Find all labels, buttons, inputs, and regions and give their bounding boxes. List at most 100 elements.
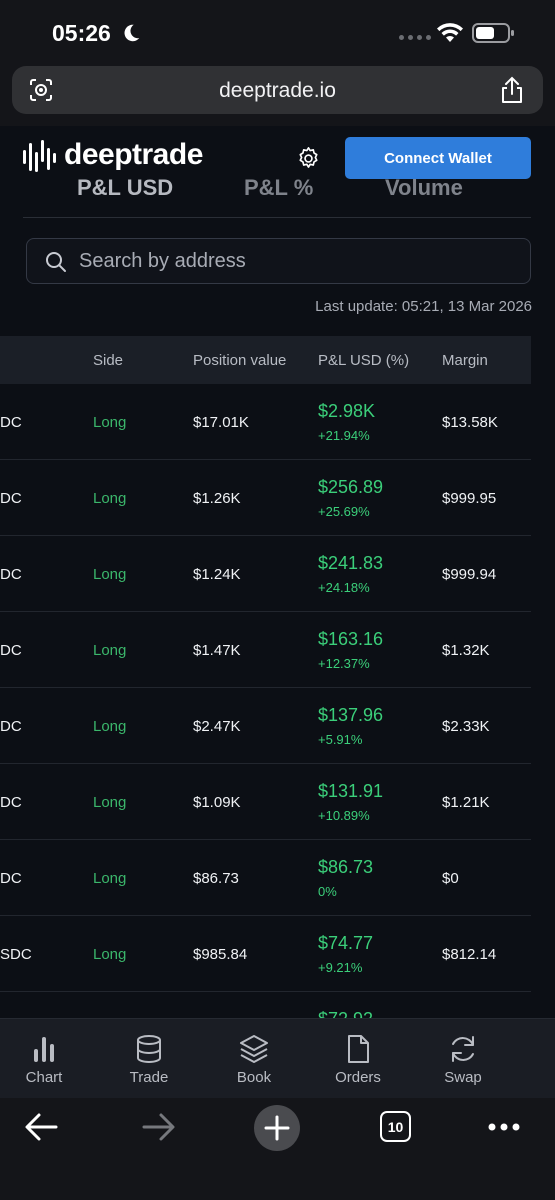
nav-label: Book <box>236 1069 272 1086</box>
column-header-side[interactable]: Side <box>93 352 123 369</box>
pnl-percent-cell: +9.21% <box>318 960 363 975</box>
layers-icon <box>240 1035 268 1063</box>
margin-cell: $812.14 <box>442 946 497 963</box>
leaderboard-tabs: P&L USD P&L % Volume <box>23 178 531 218</box>
nav-label: Swap <box>444 1069 482 1086</box>
logo-text[interactable]: deeptrade <box>64 138 203 172</box>
position-value-cell: $2.47K <box>193 718 241 735</box>
nav-item-orders[interactable]: Orders <box>318 1033 398 1086</box>
pnl-usd-cell: $137.96 <box>318 705 384 725</box>
deeptrade-logo-icon <box>23 140 56 172</box>
position-value-cell: $1.26K <box>193 490 241 507</box>
gear-icon[interactable] <box>296 146 321 171</box>
pnl-usd-cell: $163.16 <box>318 629 384 649</box>
margin-cell: $0 <box>442 870 459 887</box>
pnl-usd-cell: $72.92 <box>318 1009 373 1018</box>
table-row[interactable]: DC Long $86.73 $86.73 0% $0 <box>0 840 531 916</box>
asset-cell: DC <box>0 718 22 735</box>
position-value-cell: $985.84 <box>193 946 248 963</box>
asset-cell: DC <box>0 642 22 659</box>
side-cell: Long <box>93 414 127 431</box>
margin-cell: $1.21K <box>442 794 490 811</box>
pnl-percent-cell: +21.94% <box>318 428 370 443</box>
battery-icon <box>472 23 514 43</box>
table-row[interactable]: $72.92 <box>0 992 531 1018</box>
search-box <box>26 238 531 284</box>
tab-pnl-usd[interactable]: P&L USD <box>77 178 173 201</box>
pnl-usd-cell: $256.89 <box>318 477 384 497</box>
margin-cell: $999.95 <box>442 490 497 507</box>
new-tab-icon[interactable] <box>254 1105 300 1151</box>
nav-label: Trade <box>129 1069 169 1086</box>
position-value-cell: $86.73 <box>193 870 239 887</box>
nav-label: Chart <box>25 1069 63 1086</box>
pnl-percent-cell: +24.18% <box>318 580 370 595</box>
pnl-percent-cell: 0% <box>318 884 337 899</box>
position-value-cell: $17.01K <box>193 414 249 431</box>
nav-item-trade[interactable]: Trade <box>109 1033 189 1086</box>
search-input[interactable] <box>79 239 519 283</box>
side-cell: Long <box>93 718 127 735</box>
column-header-position-value[interactable]: Position value <box>193 352 286 369</box>
database-icon <box>137 1035 161 1064</box>
address-bar[interactable]: deeptrade.io <box>12 66 543 114</box>
table-row[interactable]: SDC Long $985.84 $74.77 +9.21% $812.14 <box>0 916 531 992</box>
search-icon <box>46 252 66 272</box>
connect-wallet-button[interactable]: Connect Wallet <box>345 137 531 179</box>
pnl-percent-cell: +12.37% <box>318 656 370 671</box>
side-cell: Long <box>93 870 127 887</box>
pnl-percent-cell: +10.89% <box>318 808 370 823</box>
pnl-usd-cell: $74.77 <box>318 933 374 953</box>
position-value-cell: $1.24K <box>193 566 241 583</box>
margin-cell: $1.32K <box>442 642 490 659</box>
tabs-count-button[interactable]: 10 <box>380 1111 411 1142</box>
wifi-icon <box>437 23 463 42</box>
position-value-cell: $1.09K <box>193 794 241 811</box>
column-header-pnl[interactable]: P&L USD (%) <box>318 352 409 369</box>
share-icon[interactable] <box>499 76 525 104</box>
asset-cell: DC <box>0 870 22 887</box>
pnl-percent-cell: +25.69% <box>318 504 370 519</box>
table-header: Side Position value P&L USD (%) Margin <box>0 336 531 384</box>
tab-pnl-percent[interactable]: P&L % <box>244 178 313 201</box>
status-time: 05:26 <box>52 20 111 46</box>
tab-volume[interactable]: Volume <box>385 178 463 201</box>
table-row[interactable]: DC Long $2.47K $137.96 +5.91% $2.33K <box>0 688 531 764</box>
bottom-nav: Chart Trade Book Orders Swap <box>0 1018 555 1098</box>
more-icon[interactable] <box>488 1122 520 1132</box>
asset-cell: DC <box>0 490 22 507</box>
pnl-usd-cell: $2.98K <box>318 401 376 421</box>
status-bar: 05:26 <box>0 0 555 64</box>
browser-toolbar: deeptrade.io <box>0 64 555 126</box>
side-cell: Long <box>93 946 127 963</box>
table-row[interactable]: DC Long $1.09K $131.91 +10.89% $1.21K <box>0 764 531 840</box>
table-row[interactable]: DC Long $1.26K $256.89 +25.69% $999.95 <box>0 460 531 536</box>
margin-cell: $13.58K <box>442 414 498 431</box>
file-icon <box>348 1035 369 1063</box>
browser-bottom-bar: 10 <box>0 1098 555 1200</box>
side-cell: Long <box>93 794 127 811</box>
refresh-icon <box>452 1036 474 1062</box>
asset-cell: DC <box>0 794 22 811</box>
asset-cell: SDC <box>0 946 32 963</box>
nav-item-chart[interactable]: Chart <box>4 1033 84 1086</box>
last-update-text: Last update: 05:21, 13 Mar 2026 <box>315 298 532 315</box>
asset-cell: DC <box>0 414 22 431</box>
forward-arrow-icon[interactable] <box>142 1112 176 1142</box>
table-row[interactable]: DC Long $1.24K $241.83 +24.18% $999.94 <box>0 536 531 612</box>
nav-item-swap[interactable]: Swap <box>423 1033 503 1086</box>
moon-icon <box>124 24 140 42</box>
asset-cell: DC <box>0 566 22 583</box>
table-row[interactable]: DC Long $17.01K $2.98K +21.94% $13.58K <box>0 384 531 460</box>
pnl-percent-cell: +5.91% <box>318 732 363 747</box>
nav-item-book[interactable]: Book <box>214 1033 294 1086</box>
signal-dots-icon <box>399 35 431 40</box>
pnl-usd-cell: $131.91 <box>318 781 384 801</box>
back-arrow-icon[interactable] <box>24 1112 58 1142</box>
margin-cell: $2.33K <box>442 718 490 735</box>
nav-label: Orders <box>335 1069 381 1086</box>
side-cell: Long <box>93 642 127 659</box>
url-text: deeptrade.io <box>219 79 336 102</box>
table-row[interactable]: DC Long $1.47K $163.16 +12.37% $1.32K <box>0 612 531 688</box>
column-header-margin[interactable]: Margin <box>442 352 488 369</box>
